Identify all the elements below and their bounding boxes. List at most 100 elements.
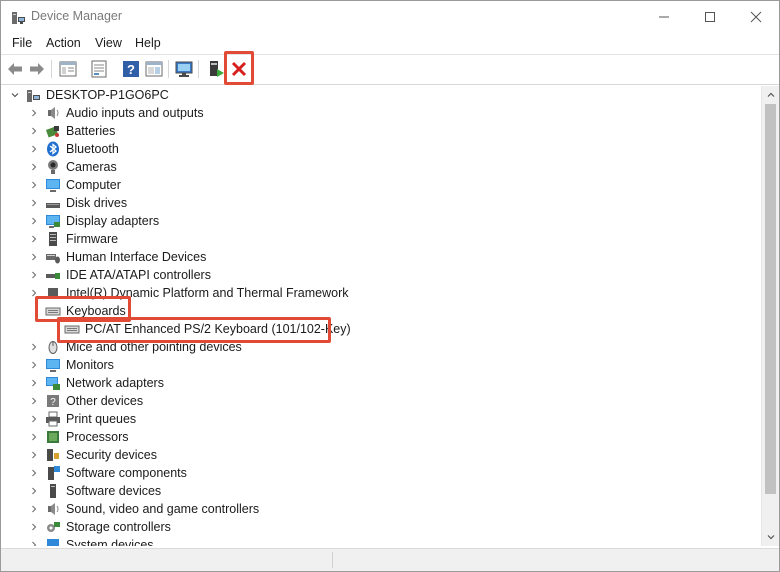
sound-icon: [48, 503, 59, 515]
device-manager-window: Device Manager File Action View Help ? D…: [0, 0, 780, 572]
chevron-right-icon[interactable]: [30, 379, 38, 387]
tree-item-monitors[interactable]: Monitors: [3, 356, 761, 374]
enable-device-button[interactable]: [206, 59, 226, 79]
chevron-right-icon[interactable]: [30, 415, 38, 423]
properties-button[interactable]: [89, 59, 109, 79]
scan-monitor-button[interactable]: [174, 59, 194, 79]
monitor-icon: [175, 61, 193, 77]
chevron-right-icon[interactable]: [30, 433, 38, 441]
tree-item-batteries[interactable]: Batteries: [3, 122, 761, 140]
monitor-icon: [46, 359, 60, 372]
maximize-button[interactable]: [687, 1, 733, 32]
tree-item-display-adapters[interactable]: Display adapters: [3, 212, 761, 230]
menu-file[interactable]: File: [12, 36, 32, 50]
scan-hardware-changes-button[interactable]: [144, 59, 164, 79]
chevron-down-icon[interactable]: [11, 91, 19, 99]
toolbar-separator: [51, 60, 52, 78]
chevron-right-icon[interactable]: [30, 541, 38, 546]
close-icon: [750, 11, 762, 23]
chevron-right-icon[interactable]: [30, 397, 38, 405]
tree-item-label: Disk drives: [66, 196, 128, 210]
tree-item-processors[interactable]: Processors: [3, 428, 761, 446]
tree-root-label: DESKTOP-P1GO6PC: [46, 88, 169, 102]
chevron-right-icon[interactable]: [30, 505, 38, 513]
firmware-icon: [49, 232, 57, 246]
minimize-button[interactable]: [641, 1, 687, 32]
device-tree: DESKTOP-P1GO6PC Audio inputs and outputs…: [3, 86, 761, 546]
chevron-right-icon[interactable]: [30, 163, 38, 171]
tree-item-ide[interactable]: IDE ATA/ATAPI controllers: [3, 266, 761, 284]
speaker-icon: [48, 107, 59, 119]
tree-item-audio[interactable]: Audio inputs and outputs: [3, 104, 761, 122]
chevron-right-icon[interactable]: [30, 109, 38, 117]
chevron-right-icon[interactable]: [30, 361, 38, 369]
tree-item-software-devices[interactable]: Software devices: [3, 482, 761, 500]
tree-item-label: Computer: [66, 178, 121, 192]
back-arrow-icon: [8, 63, 22, 75]
storage-controller-icon: [47, 522, 60, 532]
chevron-right-icon[interactable]: [30, 343, 38, 351]
chevron-right-icon[interactable]: [30, 469, 38, 477]
scroll-down-icon[interactable]: [766, 532, 776, 542]
tree-item-label: Monitors: [66, 358, 114, 372]
title-bar: Device Manager: [1, 1, 779, 32]
tree-item-hid[interactable]: Human Interface Devices: [3, 248, 761, 266]
tree-root-row[interactable]: DESKTOP-P1GO6PC: [3, 86, 761, 104]
tree-item-label: Bluetooth: [66, 142, 119, 156]
tree-item-label: Security devices: [66, 448, 158, 462]
tree-item-bluetooth[interactable]: Bluetooth: [3, 140, 761, 158]
tree-item-cameras[interactable]: Cameras: [3, 158, 761, 176]
tree-item-label: Batteries: [66, 124, 116, 138]
menu-action[interactable]: Action: [46, 36, 81, 50]
tree-item-sound-video[interactable]: Sound, video and game controllers: [3, 500, 761, 518]
tree-item-disk-drives[interactable]: Disk drives: [3, 194, 761, 212]
ide-controller-icon: [46, 273, 60, 279]
help-button[interactable]: ?: [121, 59, 141, 79]
tree-item-print-queues[interactable]: Print queues: [3, 410, 761, 428]
tree-item-other-devices[interactable]: ? Other devices: [3, 392, 761, 410]
update-driver-icon: [91, 60, 107, 78]
chevron-right-icon[interactable]: [30, 127, 38, 135]
software-device-icon: [50, 484, 56, 498]
system-device-icon: [47, 539, 59, 546]
chevron-right-icon[interactable]: [30, 253, 38, 261]
scroll-up-icon[interactable]: [766, 90, 776, 100]
tree-item-system-devices[interactable]: System devices: [3, 536, 761, 546]
chevron-right-icon[interactable]: [30, 181, 38, 189]
scrollbar-thumb[interactable]: [765, 104, 776, 494]
tree-item-software-components[interactable]: Software components: [3, 464, 761, 482]
chevron-right-icon[interactable]: [30, 217, 38, 225]
chevron-right-icon[interactable]: [30, 271, 38, 279]
chevron-right-icon[interactable]: [30, 487, 38, 495]
show-hide-console-tree-button[interactable]: [58, 59, 78, 79]
properties-icon: [59, 61, 77, 77]
tree-item-label: Other devices: [66, 394, 144, 408]
tree-item-firmware[interactable]: Firmware: [3, 230, 761, 248]
chevron-right-icon[interactable]: [30, 145, 38, 153]
maximize-icon: [705, 12, 715, 22]
help-icon: ?: [123, 61, 139, 77]
device-manager-app-icon: [10, 9, 26, 25]
tree-item-security-devices[interactable]: Security devices: [3, 446, 761, 464]
tree-item-storage-controllers[interactable]: Storage controllers: [3, 518, 761, 536]
chevron-right-icon[interactable]: [30, 199, 38, 207]
menu-help[interactable]: Help: [135, 36, 161, 50]
forward-button[interactable]: [27, 59, 47, 79]
vertical-scrollbar[interactable]: [761, 86, 779, 546]
tree-item-label: Storage controllers: [66, 520, 171, 534]
computer-tree-icon: [27, 90, 40, 102]
tree-item-computer[interactable]: Computer: [3, 176, 761, 194]
window-title: Device Manager: [31, 9, 123, 23]
tree-item-network-adapters[interactable]: Network adapters: [3, 374, 761, 392]
tree-item-label: Software components: [66, 466, 187, 480]
bluetooth-icon: [47, 141, 59, 157]
menu-view[interactable]: View: [95, 36, 122, 50]
chevron-right-icon[interactable]: [30, 451, 38, 459]
back-button[interactable]: [5, 59, 25, 79]
tree-item-label: Software devices: [66, 484, 162, 498]
chevron-right-icon[interactable]: [30, 235, 38, 243]
close-window-button[interactable]: [733, 1, 779, 32]
svg-text:?: ?: [127, 62, 135, 77]
tree-item-label: Audio inputs and outputs: [66, 106, 204, 120]
chevron-right-icon[interactable]: [30, 523, 38, 531]
